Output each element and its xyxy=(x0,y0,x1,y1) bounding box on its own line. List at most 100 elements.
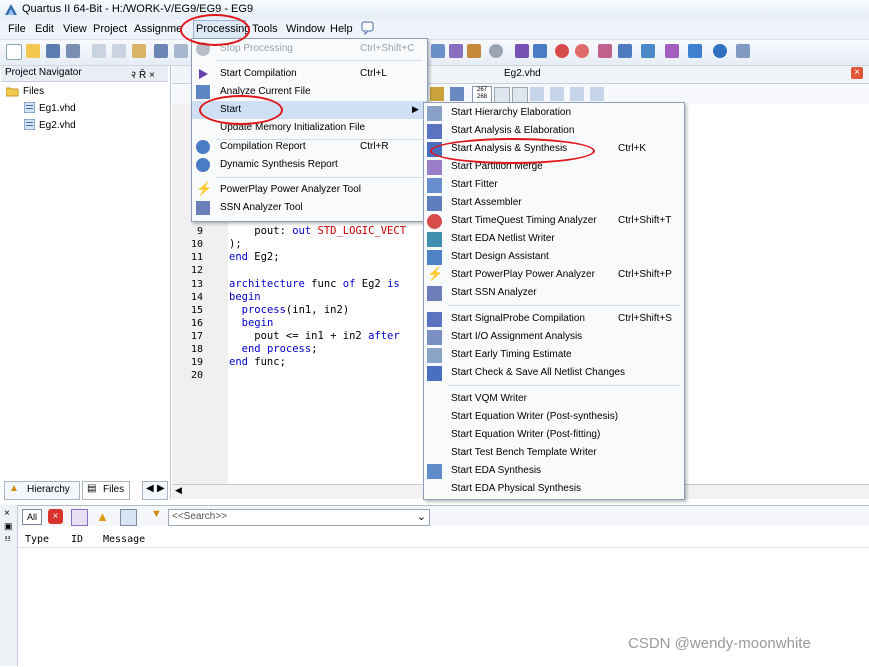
menu-item-label: Start Equation Writer (Post-synthesis) xyxy=(451,411,619,422)
submenu-item-eda-physical-synthesis[interactable]: Start EDA Physical Synthesis xyxy=(424,480,684,498)
warning-filter-icon[interactable]: ▲ xyxy=(96,509,111,524)
tree-root-files[interactable]: Files xyxy=(23,86,44,97)
editor-icon[interactable] xyxy=(590,87,604,101)
editor-tab-title[interactable]: Eg2.vhd xyxy=(504,68,541,79)
tree-file[interactable]: Eg2.vhd xyxy=(39,120,76,131)
pin-planner-icon[interactable] xyxy=(449,44,463,58)
menu-item-label: SSN Analyzer Tool xyxy=(220,202,303,213)
submenu-item-early-timing[interactable]: Start Early Timing Estimate xyxy=(424,346,684,364)
messages-side-strip: × ▣ ⎂ xyxy=(0,505,18,666)
menu-item-powerplay-tool[interactable]: ⚡ PowerPlay Power Analyzer Tool xyxy=(192,181,427,199)
column-message[interactable]: Message xyxy=(103,534,145,545)
cut-icon[interactable] xyxy=(92,44,106,58)
submenu-item-analysis-elaboration[interactable]: Start Analysis & Elaboration xyxy=(424,122,684,140)
submenu-item-equation-writer-post-synthesis[interactable]: Start Equation Writer (Post-synthesis) xyxy=(424,408,684,426)
menu-assignments[interactable]: Assignments xyxy=(134,23,182,35)
filter-funnel-icon[interactable]: ▼ xyxy=(151,508,162,520)
menu-view[interactable]: View xyxy=(63,23,87,35)
submenu-item-signalprobe[interactable]: Start SignalProbe Compilation Ctrl+Shift… xyxy=(424,310,684,328)
tab-scroll-arrows[interactable]: ◀ ▶ xyxy=(142,481,168,500)
timequest-icon[interactable] xyxy=(555,44,569,58)
close-icon[interactable]: × xyxy=(4,508,10,519)
code-line: begin xyxy=(229,291,261,303)
close-icon[interactable]: × xyxy=(851,67,863,79)
assignment-editor-icon[interactable] xyxy=(431,44,445,58)
submenu-item-equation-writer-post-fitting[interactable]: Start Equation Writer (Post-fitting) xyxy=(424,426,684,444)
tree-file[interactable]: Eg1.vhd xyxy=(39,103,76,114)
editor-icon[interactable] xyxy=(512,87,528,103)
settings-icon[interactable] xyxy=(467,44,481,58)
undo-icon[interactable] xyxy=(154,44,168,58)
menu-file[interactable]: File xyxy=(8,23,26,35)
copy-icon[interactable] xyxy=(112,44,126,58)
menu-item-compilation-report[interactable]: Compilation Report Ctrl+R xyxy=(192,138,427,156)
filter-all-button[interactable]: All xyxy=(22,509,42,525)
messages-search-input[interactable]: <<Search>> ⌄ xyxy=(168,509,430,526)
submenu-item-fitter[interactable]: Start Fitter xyxy=(424,176,684,194)
submenu-item-eda-netlist-writer[interactable]: Start EDA Netlist Writer xyxy=(424,230,684,248)
whats-this-toolbar-icon[interactable] xyxy=(736,44,750,58)
editor-icon[interactable] xyxy=(550,87,564,101)
submenu-item-design-assistant[interactable]: Start Design Assistant xyxy=(424,248,684,266)
save-all-icon[interactable] xyxy=(66,44,80,58)
chevron-left-icon[interactable]: ◀ xyxy=(146,483,154,494)
critical-warning-filter-icon[interactable] xyxy=(71,509,88,526)
submenu-item-assembler[interactable]: Start Assembler xyxy=(424,194,684,212)
paste-icon[interactable] xyxy=(132,44,146,58)
menu-window[interactable]: Window xyxy=(286,23,325,35)
info-filter-icon[interactable] xyxy=(120,509,137,526)
chevron-down-icon[interactable]: ⌄ xyxy=(417,510,426,523)
menu-item-shortcut: Ctrl+K xyxy=(618,143,647,154)
submenu-item-check-save-netlist[interactable]: Start Check & Save All Netlist Changes xyxy=(424,364,684,382)
editor-icon[interactable] xyxy=(530,87,544,101)
stop-icon[interactable] xyxy=(489,44,503,58)
editor-icon[interactable] xyxy=(570,87,584,101)
rtl-viewer-icon[interactable] xyxy=(598,44,612,58)
float-icon[interactable]: ▣ xyxy=(4,521,13,532)
submenu-item-ssn-analyzer[interactable]: Start SSN Analyzer xyxy=(424,284,684,302)
menu-edit[interactable]: Edit xyxy=(35,23,54,35)
redo-icon[interactable] xyxy=(174,44,188,58)
design-assistant-icon xyxy=(427,250,442,265)
submenu-item-test-bench-writer[interactable]: Start Test Bench Template Writer xyxy=(424,444,684,462)
early-timing-icon xyxy=(427,348,442,363)
save-icon[interactable] xyxy=(46,44,60,58)
menu-item-dynamic-synthesis-report[interactable]: Dynamic Synthesis Report xyxy=(192,156,427,174)
error-filter-icon[interactable]: × xyxy=(48,509,63,524)
tab-files[interactable]: ▤ Files xyxy=(82,481,130,500)
whats-this-icon[interactable] xyxy=(361,21,375,35)
pin-icon[interactable]: ⎂ xyxy=(4,533,11,544)
timing-icon[interactable] xyxy=(575,44,589,58)
menu-item-ssn-analyzer-tool[interactable]: SSN Analyzer Tool xyxy=(192,199,427,217)
tab-hierarchy[interactable]: ▲ Hierarchy xyxy=(4,481,80,500)
column-id[interactable]: ID xyxy=(71,534,83,545)
chip-planner-icon[interactable] xyxy=(641,44,655,58)
submenu-item-io-assignment[interactable]: Start I/O Assignment Analysis xyxy=(424,328,684,346)
panel-controls[interactable]: २ Ř × xyxy=(131,67,155,81)
submenu-item-timequest[interactable]: Start TimeQuest Timing Analyzer Ctrl+Shi… xyxy=(424,212,684,230)
editor-icon[interactable] xyxy=(450,87,464,101)
menu-project[interactable]: Project xyxy=(93,23,127,35)
new-file-icon[interactable] xyxy=(6,44,22,60)
programmer-icon[interactable] xyxy=(665,44,679,58)
submenu-item-eda-synthesis[interactable]: Start EDA Synthesis xyxy=(424,462,684,480)
menu-help[interactable]: Help xyxy=(330,23,353,35)
menu-tools[interactable]: Tools xyxy=(252,23,278,35)
sopc-icon[interactable] xyxy=(688,44,702,58)
submenu-item-powerplay[interactable]: ⚡ Start PowerPlay Power Analyzer Ctrl+Sh… xyxy=(424,266,684,284)
help-icon[interactable] xyxy=(713,44,727,58)
open-folder-icon[interactable] xyxy=(26,44,40,58)
quartus-app-icon xyxy=(5,4,17,15)
editor-icon[interactable] xyxy=(494,87,510,103)
submenu-item-vqm-writer[interactable]: Start VQM Writer xyxy=(424,390,684,408)
chevron-left-icon[interactable]: ◀ xyxy=(175,485,182,496)
editor-icon[interactable] xyxy=(430,87,444,101)
netlist-icon[interactable] xyxy=(618,44,632,58)
column-type[interactable]: Type xyxy=(25,534,49,545)
chevron-right-icon[interactable]: ▶ xyxy=(157,483,165,494)
io-assignment-icon xyxy=(427,330,442,345)
analysis-synthesis-icon[interactable] xyxy=(533,44,547,58)
menu-item-start-compilation[interactable]: Start Compilation Ctrl+L xyxy=(192,65,427,83)
submenu-item-hierarchy-elaboration[interactable]: Start Hierarchy Elaboration xyxy=(424,104,684,122)
start-compilation-icon[interactable] xyxy=(515,44,529,58)
